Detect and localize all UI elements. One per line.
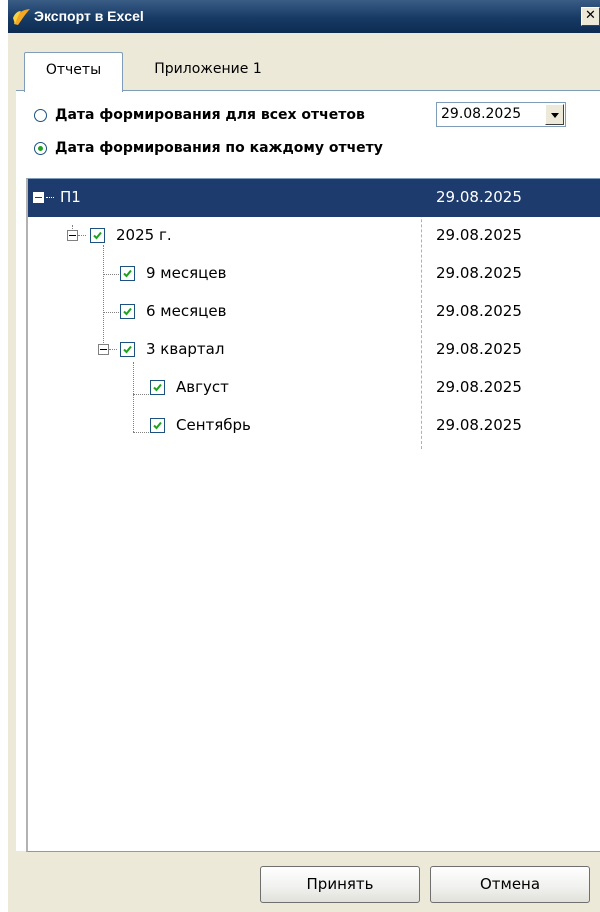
checkmark-icon <box>153 421 162 430</box>
checkmark-icon <box>123 345 132 354</box>
radio-per-report[interactable]: Дата формирования по каждому отчету <box>34 136 383 160</box>
checkbox[interactable] <box>150 418 165 433</box>
collapse-icon[interactable] <box>67 230 78 241</box>
title-bar[interactable]: Экспорт в Excel ✕ <box>8 0 600 33</box>
tree-row-p1[interactable]: П1 29.08.2025 <box>28 179 600 217</box>
cancel-button-label: Отмена <box>479 875 541 893</box>
tree-row-august[interactable]: Август 29.08.2025 <box>28 369 600 407</box>
tree-node-label: 6 месяцев <box>146 302 227 320</box>
accept-button[interactable]: Принять <box>260 866 420 903</box>
tree-row-september[interactable]: Сентябрь 29.08.2025 <box>28 407 600 445</box>
common-date-value: 29.08.2025 <box>441 106 522 122</box>
checkbox[interactable] <box>120 266 135 281</box>
tree-node-label: 9 месяцев <box>146 264 227 282</box>
tree-node-label: Сентябрь <box>176 416 251 434</box>
chevron-down-icon[interactable] <box>545 104 564 125</box>
tree-node-date[interactable]: 29.08.2025 <box>436 340 522 358</box>
checkbox[interactable] <box>150 380 165 395</box>
cancel-button[interactable]: Отмена <box>430 866 590 903</box>
tree-node-date[interactable]: 29.08.2025 <box>436 264 522 282</box>
tree-line <box>78 235 86 236</box>
close-button[interactable]: ✕ <box>581 7 600 26</box>
radio-all-reports-label: Дата формирования для всех отчетов <box>55 107 365 123</box>
tree-node-label: П1 <box>60 188 81 206</box>
tree-line <box>46 197 54 198</box>
checkmark-icon <box>93 231 102 240</box>
common-date-combo[interactable]: 29.08.2025 <box>436 102 566 127</box>
checkmark-icon <box>123 307 132 316</box>
checkbox[interactable] <box>90 228 105 243</box>
checkbox[interactable] <box>120 342 135 357</box>
radio-per-report-label: Дата формирования по каждому отчету <box>55 140 383 156</box>
tree-line <box>109 349 117 350</box>
report-tree[interactable]: П1 29.08.2025 2025 г. 29.08.2025 9 месяц… <box>26 178 600 852</box>
collapse-icon[interactable] <box>33 192 44 203</box>
tree-node-label: Август <box>176 378 229 396</box>
tab-reports[interactable]: Отчеты <box>24 52 123 92</box>
tree-node-date[interactable]: 29.08.2025 <box>436 416 522 434</box>
tab-appendix-1[interactable]: Приложение 1 <box>128 56 288 88</box>
tree-node-date[interactable]: 29.08.2025 <box>436 188 522 206</box>
checkmark-icon <box>123 269 132 278</box>
tab-label: Приложение 1 <box>154 61 262 77</box>
app-icon <box>13 9 30 25</box>
tree-node-date[interactable]: 29.08.2025 <box>436 302 522 320</box>
radio-button[interactable] <box>34 108 47 122</box>
window-title: Экспорт в Excel <box>34 8 144 24</box>
collapse-icon[interactable] <box>98 344 109 355</box>
radio-button[interactable] <box>34 141 47 155</box>
export-dialog: Экспорт в Excel ✕ Отчеты Приложение 1 Да… <box>8 0 600 912</box>
close-icon: ✕ <box>585 8 596 23</box>
checkbox[interactable] <box>120 304 135 319</box>
tree-node-label: 2025 г. <box>116 226 172 244</box>
tree-row-6-months[interactable]: 6 месяцев 29.08.2025 <box>28 293 600 331</box>
tree-node-date[interactable]: 29.08.2025 <box>436 378 522 396</box>
tab-label: Отчеты <box>45 62 102 78</box>
accept-button-label: Принять <box>306 875 374 893</box>
radio-all-reports[interactable]: Дата формирования для всех отчетов <box>34 103 365 127</box>
tree-node-label: 3 квартал <box>146 340 225 358</box>
tree-row-2025[interactable]: 2025 г. 29.08.2025 <box>28 217 600 255</box>
checkmark-icon <box>153 383 162 392</box>
tree-row-9-months[interactable]: 9 месяцев 29.08.2025 <box>28 255 600 293</box>
tree-row-q3[interactable]: 3 квартал 29.08.2025 <box>28 331 600 369</box>
tree-node-date[interactable]: 29.08.2025 <box>436 226 522 244</box>
